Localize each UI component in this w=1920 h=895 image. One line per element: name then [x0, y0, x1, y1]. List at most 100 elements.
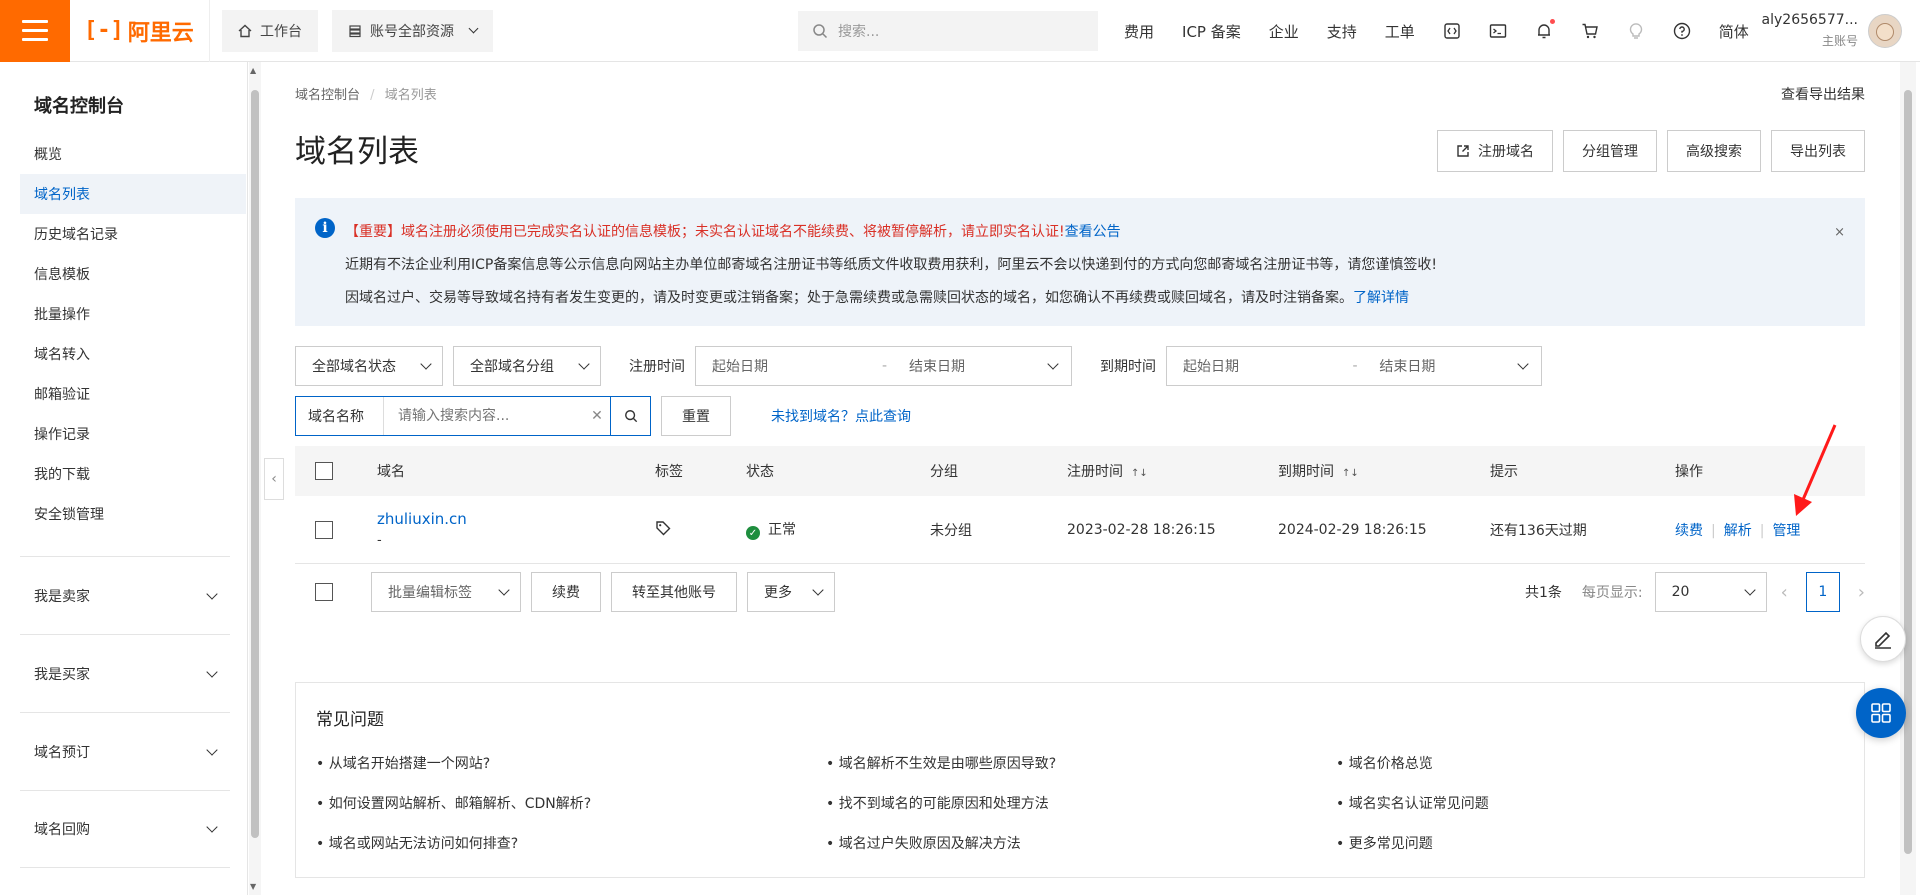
aliyun-logo[interactable]: [-] 阿里云	[70, 0, 210, 62]
reg-time-header-label: 注册时间	[1067, 464, 1123, 480]
export-list-button[interactable]: 导出列表	[1771, 130, 1865, 172]
sidebar-item-operation-log[interactable]: 操作记录	[20, 414, 246, 454]
sidebar-item-email-verify[interactable]: 邮箱验证	[20, 374, 246, 414]
faq-item[interactable]: • 域名价格总览	[1336, 753, 1433, 773]
sidebar-scrollbar[interactable]: ▲ ▼	[249, 62, 261, 895]
sidebar-item-security-lock[interactable]: 安全锁管理	[20, 494, 246, 534]
domain-group-select[interactable]: 全部域名分组	[453, 346, 601, 386]
transfer-account-button[interactable]: 转至其他账号	[611, 572, 737, 612]
sidebar-item-history[interactable]: 历史域名记录	[20, 214, 246, 254]
sort-icon[interactable]: ↑↓	[1342, 468, 1359, 479]
view-export-results-link[interactable]: 查看导出结果	[1781, 84, 1865, 104]
domain-status-select[interactable]: 全部域名状态	[295, 346, 443, 386]
faq-item[interactable]: • 域名过户失败原因及解决方法	[826, 833, 1021, 853]
exp-end-date[interactable]: 结束日期	[1379, 356, 1519, 376]
apps-grid-button[interactable]	[1856, 688, 1906, 738]
top-link-enterprise[interactable]: 企业	[1269, 21, 1299, 42]
resource-scope-dropdown[interactable]: 账号全部资源	[332, 9, 493, 52]
column-header-reg-time[interactable]: 注册时间 ↑↓	[1067, 461, 1148, 481]
next-page-icon[interactable]: ›	[1858, 582, 1865, 603]
column-header-exp-time[interactable]: 到期时间 ↑↓	[1278, 461, 1359, 481]
hamburger-menu-icon[interactable]	[0, 0, 70, 62]
domain-not-found-link[interactable]: 未找到域名？点此查询	[771, 406, 911, 426]
terminal-icon[interactable]	[1475, 22, 1521, 40]
sidebar-item-batch[interactable]: 批量操作	[20, 294, 246, 334]
sidebar-item-overview[interactable]: 概览	[20, 134, 246, 174]
select-all-checkbox[interactable]	[315, 462, 333, 480]
group-management-button[interactable]: 分组管理	[1563, 130, 1657, 172]
sidebar-group-buyback[interactable]: 域名回购	[20, 790, 230, 868]
user-account[interactable]: aly2656577... 主账号	[1752, 12, 1858, 49]
language-switch[interactable]: 简体	[1719, 21, 1749, 42]
renew-link[interactable]: 续费	[1675, 523, 1703, 539]
sidebar-scroll-thumb[interactable]	[251, 90, 259, 838]
faq-item[interactable]: • 从域名开始搭建一个网站?	[316, 753, 490, 773]
faq-item[interactable]: • 域名解析不生效是由哪些原因导致?	[826, 753, 1056, 773]
top-link-tickets[interactable]: 工单	[1385, 21, 1415, 42]
search-field-type[interactable]: 域名名称	[296, 397, 384, 435]
breadcrumb-current: 域名列表	[384, 88, 437, 103]
sidebar-item-transfer-in[interactable]: 域名转入	[20, 334, 246, 374]
bell-icon[interactable]	[1521, 19, 1567, 40]
exp-time-range-picker[interactable]: 起始日期 - 结束日期	[1166, 346, 1542, 386]
reg-end-date[interactable]: 结束日期	[909, 356, 1049, 376]
sidebar-collapse-button[interactable]: ‹	[264, 458, 284, 500]
feedback-edit-button[interactable]	[1860, 616, 1906, 662]
top-link-support[interactable]: 支持	[1327, 21, 1357, 42]
page-number-current[interactable]: 1	[1805, 572, 1840, 612]
sidebar-item-downloads[interactable]: 我的下载	[20, 454, 246, 494]
learn-more-link[interactable]: 了解详情	[1353, 290, 1409, 306]
reg-start-date[interactable]: 起始日期	[712, 356, 882, 376]
top-link-billing[interactable]: 费用	[1124, 21, 1154, 42]
domain-search-input[interactable]	[384, 397, 584, 435]
domain-name-link[interactable]: zhuliuxin.cn	[377, 508, 467, 530]
bulk-select-checkbox[interactable]	[315, 583, 333, 601]
scroll-down-icon[interactable]: ▼	[250, 882, 256, 891]
chevron-down-icon	[812, 584, 824, 596]
faq-item[interactable]: • 域名或网站无法访问如何排查?	[316, 833, 518, 853]
total-count: 共1条	[1524, 585, 1562, 601]
workbench-button[interactable]: 工作台	[222, 9, 318, 52]
view-announcement-link[interactable]: 查看公告	[1065, 224, 1121, 240]
more-actions-select[interactable]: 更多	[747, 572, 835, 612]
bulk-edit-tags-select[interactable]: 批量编辑标签	[371, 572, 521, 612]
bulk-renew-button[interactable]: 续费	[531, 572, 601, 612]
tag-icon[interactable]	[655, 520, 671, 540]
exp-start-date[interactable]: 起始日期	[1183, 356, 1353, 376]
faq-item[interactable]: • 域名实名认证常见问题	[1336, 793, 1489, 813]
page-scrollbar[interactable]	[1900, 62, 1916, 895]
avatar[interactable]	[1868, 14, 1902, 48]
lightbulb-icon[interactable]	[1613, 22, 1659, 40]
breadcrumb-root[interactable]: 域名控制台	[295, 88, 360, 103]
global-search-input[interactable]: 搜索...	[798, 11, 1098, 51]
faq-item[interactable]: • 找不到域名的可能原因和处理方法	[826, 793, 1049, 813]
faq-item[interactable]: • 如何设置网站解析、邮箱解析、CDN解析?	[316, 793, 591, 813]
notice-line-3-text: 因域名过户、交易等导致域名持有者发生变更的，请及时变更或注销备案；处于急需续费或…	[345, 290, 1353, 306]
cart-icon[interactable]	[1567, 22, 1613, 40]
sidebar-group-seller[interactable]: 我是卖家	[20, 556, 230, 634]
scroll-up-icon[interactable]: ▲	[250, 66, 256, 75]
sort-icon[interactable]: ↑↓	[1131, 468, 1148, 479]
manage-link[interactable]: 管理	[1772, 523, 1800, 539]
sidebar-group-preorder[interactable]: 域名预订	[20, 712, 230, 790]
clear-icon[interactable]: ✕	[584, 408, 610, 424]
faq-item[interactable]: • 更多常见问题	[1336, 833, 1433, 853]
per-page-select[interactable]: 20	[1654, 572, 1767, 612]
top-link-icp[interactable]: ICP 备案	[1182, 21, 1241, 42]
help-icon[interactable]	[1659, 22, 1705, 40]
sidebar-item-domain-list[interactable]: 域名列表	[20, 174, 246, 214]
sidebar-group-buyer[interactable]: 我是买家	[20, 634, 230, 712]
search-button[interactable]	[610, 397, 650, 435]
page-scroll-thumb[interactable]	[1904, 90, 1912, 854]
sidebar-item-templates[interactable]: 信息模板	[20, 254, 246, 294]
reset-button[interactable]: 重置	[661, 396, 731, 436]
code-icon[interactable]	[1429, 22, 1475, 40]
advanced-search-button[interactable]: 高级搜索	[1667, 130, 1761, 172]
reg-time-cell: 2023-02-28 18:26:15	[1067, 521, 1216, 538]
register-domain-button[interactable]: 注册域名	[1437, 130, 1553, 172]
reg-time-range-picker[interactable]: 起始日期 - 结束日期	[695, 346, 1072, 386]
dns-resolve-link[interactable]: 解析	[1724, 523, 1752, 539]
close-icon[interactable]: ×	[1834, 216, 1845, 249]
row-checkbox[interactable]	[315, 521, 333, 539]
prev-page-icon[interactable]: ‹	[1781, 582, 1788, 603]
